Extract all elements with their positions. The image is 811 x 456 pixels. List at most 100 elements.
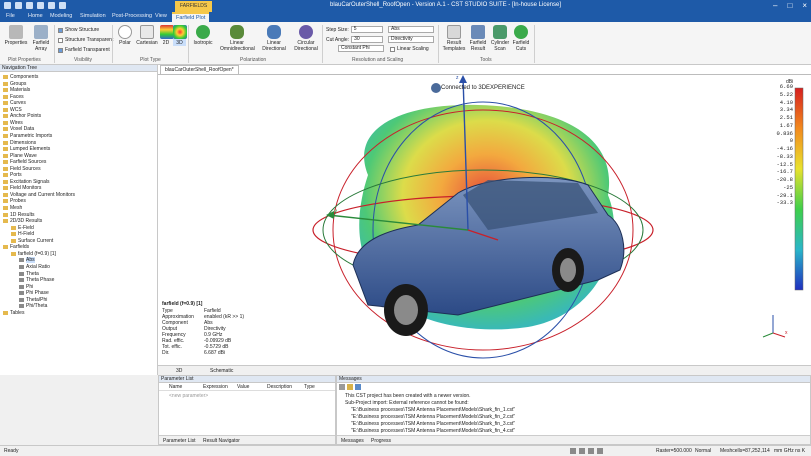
tree-item[interactable]: Anchor Points [3,113,41,119]
tree-item[interactable]: Materials [3,87,30,93]
tab-parameter-list[interactable]: Parameter List [163,438,196,444]
step-size-field[interactable]: Step Size: 5 [326,26,383,33]
tree-item[interactable]: Ports [3,172,22,178]
zoom-icon[interactable] [570,448,576,454]
circular-directional-button[interactable]: Circular Directional [292,25,320,52]
polar-button[interactable]: Polar [116,25,134,46]
tab-messages[interactable]: Messages [341,438,364,444]
app-icon[interactable] [4,2,11,9]
clear-icon[interactable] [339,384,345,390]
minimize-icon[interactable]: – [773,1,777,10]
tab-farfield-plot[interactable]: Farfield Plot [172,12,210,22]
tree-item[interactable]: Phi [19,284,33,290]
tree-item[interactable]: Field Monitors [3,185,41,191]
tree-item[interactable]: Lumped Elements [3,146,50,152]
tree-item[interactable]: Farfield Sources [3,159,46,165]
col-name[interactable]: Name [169,384,182,390]
linear-omnidirectional-button[interactable]: Linear Omnidirectional [220,25,255,52]
cylinder-scan-button[interactable]: Cylinder Scan [490,25,510,52]
folder-icon [11,225,16,230]
rotate-icon[interactable] [588,448,594,454]
step-size-input[interactable]: 5 [350,26,383,33]
undo-icon[interactable] [48,2,55,9]
tree-item[interactable]: Faces [3,94,24,100]
tree-item[interactable]: Curves [3,100,26,106]
new-icon[interactable] [15,2,22,9]
3d-viewport[interactable]: blauCarOuterShell_RoofOpen* Connected to… [158,65,811,375]
tree-item[interactable]: Phi Phase [19,290,49,296]
pan-icon[interactable] [579,448,585,454]
linear-directional-button[interactable]: Linear Directional [260,25,288,52]
tree-item[interactable]: Voxel Data [3,126,34,132]
info-filter-icon[interactable] [355,384,361,390]
tab-schematic[interactable]: Schematic [210,368,233,374]
cut-angle-input[interactable]: 30 [351,36,384,43]
properties-button[interactable]: Properties [4,25,28,46]
cut-angle-field[interactable]: Cut Angle: 30 [326,36,384,43]
tree-item[interactable]: Mesh [3,205,22,211]
farfield-cuts-button[interactable]: Farfield Cuts [512,25,530,52]
col-expression[interactable]: Expression [203,384,228,390]
isotropic-icon [196,25,210,39]
new-parameter-row[interactable]: <new parameter> [169,393,208,399]
farfield-transparent-checkbox[interactable]: Farfield Transparent [58,47,110,53]
tree-item[interactable]: Theta/Phi [19,297,47,303]
tree-item[interactable]: Excitation Signals [3,179,49,185]
output-select[interactable]: Directivity [388,36,434,43]
tree-item[interactable]: Parametric Imports [3,133,52,139]
cartesian-button[interactable]: Cartesian [136,25,158,46]
tree-item[interactable]: Components [3,74,38,80]
plot-3d-button[interactable]: 3D [173,25,187,46]
tree-item[interactable]: 1D Results [3,212,34,218]
tree-item[interactable]: farfield (f=0.9) [1] [11,251,56,257]
col-type[interactable]: Type [304,384,315,390]
isotropic-button[interactable]: Isotropic [192,25,214,46]
save-icon[interactable] [37,2,44,9]
tree-item[interactable]: Axial Ratio [19,264,50,270]
close-icon[interactable]: × [802,1,807,10]
farfield-array-button[interactable]: Farfield Array [30,25,52,52]
constant-phi-select[interactable]: Constant Phi [338,45,384,52]
col-value[interactable]: Value [237,384,249,390]
tree-item[interactable]: 2D/3D Results [3,218,42,224]
maximize-icon[interactable]: □ [787,1,792,10]
component-select[interactable]: Abs [388,26,434,33]
tree-item[interactable]: Dimensions [3,140,36,146]
tree-item[interactable]: Probes [3,198,26,204]
tree-item[interactable]: Theta [19,271,39,277]
tab-post-processing[interactable]: Post-Processing [112,13,152,19]
tree-item[interactable]: E-Field [11,225,34,231]
open-icon[interactable] [26,2,33,9]
tree-item[interactable]: Farfields [3,244,29,250]
tab-home[interactable]: Home [28,13,43,19]
tree-item[interactable]: Phi/Theta [19,303,47,309]
tree-item[interactable]: Groups [3,81,26,87]
tab-3d[interactable]: 3D [176,368,182,374]
tab-file[interactable]: File [6,13,15,19]
warning-filter-icon[interactable] [347,384,353,390]
tree-item[interactable]: Theta Phase [19,277,54,283]
tree-item[interactable]: H-Field [11,231,34,237]
tab-progress[interactable]: Progress [371,438,391,444]
tab-simulation[interactable]: Simulation [80,13,106,19]
farfield-result-button[interactable]: Farfield Result [468,25,488,52]
linear-scaling-checkbox[interactable]: Linear Scaling [390,46,429,52]
tree-item[interactable]: Abs [19,257,35,264]
fit-icon[interactable] [597,448,603,454]
plot-2d-button[interactable]: 2D [160,25,174,46]
tree-item[interactable]: Field Sources [3,166,41,172]
col-description[interactable]: Description [267,384,292,390]
structure-transparent-checkbox[interactable]: Structure Transparent [58,37,113,43]
tree-item[interactable]: Wires [3,120,23,126]
tree-item[interactable]: Plane Wave [3,153,37,159]
tree-item[interactable]: Voltage and Current Monitors [3,192,75,198]
redo-icon[interactable] [59,2,66,9]
result-templates-button[interactable]: Result Templates [442,25,466,52]
show-structure-checkbox[interactable]: Show Structure [58,27,99,33]
tree-item[interactable]: Surface Current [11,238,53,244]
tab-result-navigator[interactable]: Result Navigator [203,438,240,444]
tab-modeling[interactable]: Modeling [50,13,72,19]
tree-item[interactable]: Tables [3,310,24,316]
tree-item[interactable]: WCS [3,107,22,113]
tab-view[interactable]: View [155,13,167,19]
